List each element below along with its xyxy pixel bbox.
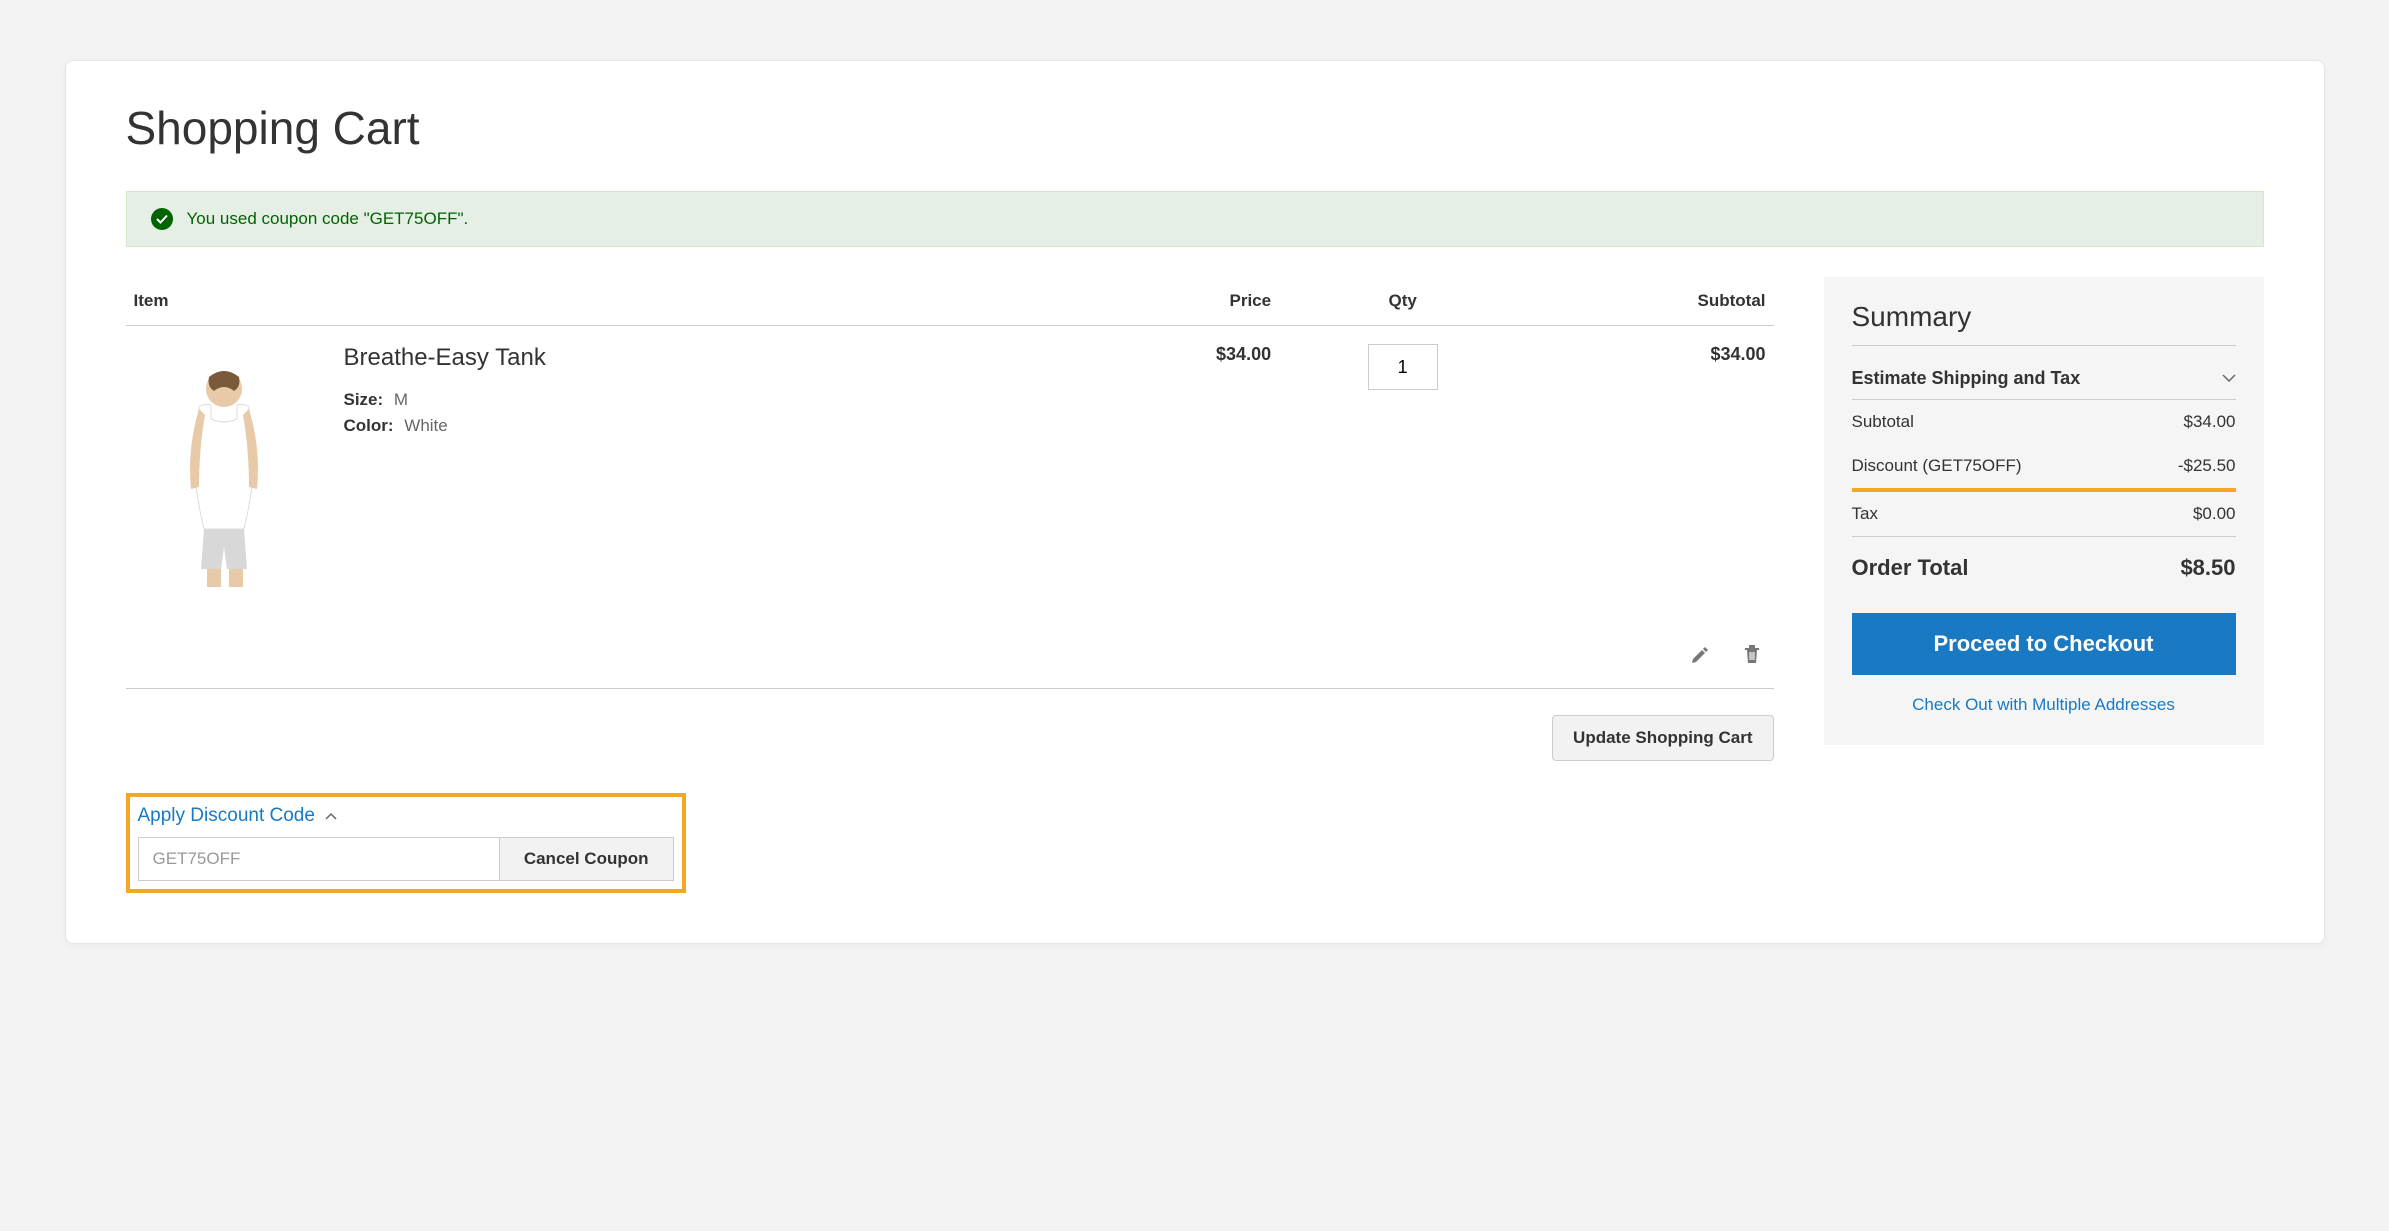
col-header-subtotal: Subtotal bbox=[1526, 277, 1773, 326]
update-cart-button[interactable]: Update Shopping Cart bbox=[1552, 715, 1773, 761]
col-header-qty: Qty bbox=[1279, 277, 1526, 326]
summary-total-row: Order Total $8.50 bbox=[1852, 537, 2236, 593]
item-subtotal: $34.00 bbox=[1526, 326, 1773, 623]
alert-message: You used coupon code "GET75OFF". bbox=[187, 209, 469, 229]
summary-total-value: $8.50 bbox=[2180, 555, 2235, 581]
size-value: M bbox=[394, 390, 408, 409]
shopping-cart-card: Shopping Cart You used coupon code "GET7… bbox=[65, 60, 2325, 944]
edit-item-icon[interactable] bbox=[1686, 641, 1714, 669]
cart-row: Breathe-Easy Tank Size: M Color: White bbox=[126, 326, 1774, 623]
summary-subtotal-value: $34.00 bbox=[2184, 412, 2236, 432]
summary-tax-row: Tax $0.00 bbox=[1852, 492, 2236, 537]
summary-discount-row: Discount (GET75OFF) -$25.50 bbox=[1852, 444, 2236, 492]
apply-discount-toggle[interactable]: Apply Discount Code bbox=[138, 801, 674, 837]
summary-tax-value: $0.00 bbox=[2193, 504, 2236, 524]
estimate-shipping-toggle[interactable]: Estimate Shipping and Tax bbox=[1852, 358, 2236, 400]
apply-discount-block: Apply Discount Code Cancel Coupon bbox=[126, 793, 686, 893]
summary-panel: Summary Estimate Shipping and Tax Subtot… bbox=[1824, 277, 2264, 745]
chevron-up-icon bbox=[325, 812, 337, 820]
summary-tax-label: Tax bbox=[1852, 504, 1878, 524]
color-value: White bbox=[404, 416, 447, 435]
check-circle-icon bbox=[151, 208, 173, 230]
proceed-to-checkout-button[interactable]: Proceed to Checkout bbox=[1852, 613, 2236, 675]
summary-subtotal-row: Subtotal $34.00 bbox=[1852, 400, 2236, 444]
delete-item-icon[interactable] bbox=[1738, 640, 1766, 668]
color-label: Color: bbox=[344, 416, 394, 435]
multi-address-checkout-link[interactable]: Check Out with Multiple Addresses bbox=[1852, 695, 2236, 715]
summary-title: Summary bbox=[1852, 301, 2236, 346]
summary-discount-label: Discount (GET75OFF) bbox=[1852, 456, 2022, 476]
summary-subtotal-label: Subtotal bbox=[1852, 412, 1914, 432]
col-header-item: Item bbox=[126, 277, 1032, 326]
success-alert: You used coupon code "GET75OFF". bbox=[126, 191, 2264, 247]
summary-discount-value: -$25.50 bbox=[2178, 456, 2236, 476]
discount-code-input[interactable] bbox=[138, 837, 500, 881]
product-name: Breathe-Easy Tank bbox=[344, 344, 546, 372]
product-image bbox=[134, 344, 314, 604]
qty-input[interactable] bbox=[1368, 344, 1438, 390]
page-title: Shopping Cart bbox=[126, 101, 2264, 155]
col-header-price: Price bbox=[1032, 277, 1279, 326]
summary-total-label: Order Total bbox=[1852, 555, 1969, 581]
estimate-shipping-label: Estimate Shipping and Tax bbox=[1852, 368, 2081, 389]
chevron-down-icon bbox=[2222, 374, 2236, 383]
cart-items-column: Item Price Qty Subtotal bbox=[126, 277, 1774, 893]
cancel-coupon-button[interactable]: Cancel Coupon bbox=[500, 837, 674, 881]
cart-table: Item Price Qty Subtotal bbox=[126, 277, 1774, 689]
size-label: Size: bbox=[344, 390, 384, 409]
apply-discount-label: Apply Discount Code bbox=[138, 805, 315, 827]
item-price: $34.00 bbox=[1032, 326, 1279, 623]
